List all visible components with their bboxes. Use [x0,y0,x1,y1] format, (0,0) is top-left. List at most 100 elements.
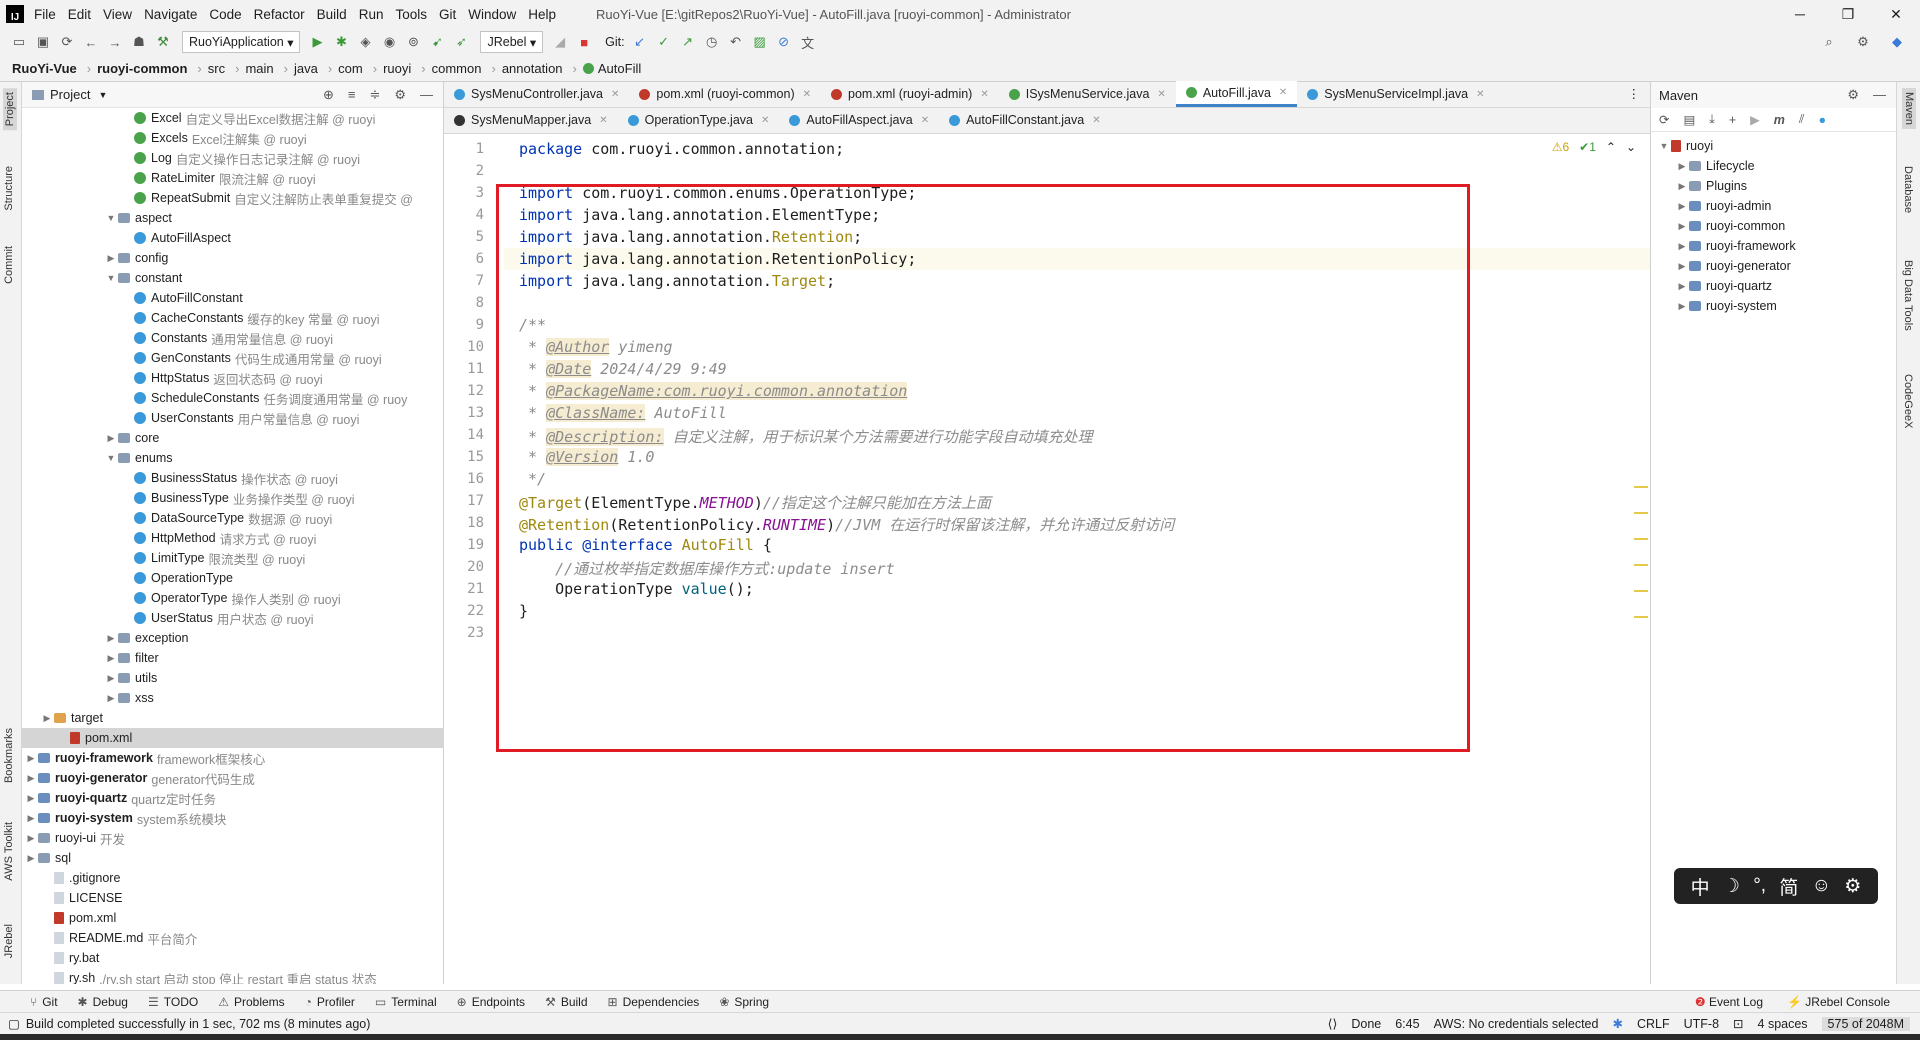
run-config-select[interactable]: RuoYiApplication ▾ [182,31,301,53]
ime-simplified-mode[interactable]: 简 [1779,873,1798,900]
git-push-icon[interactable]: ↗ [677,31,699,53]
project-panel-title[interactable]: Project [50,87,90,102]
close-tab-icon[interactable]: ✕ [599,115,607,126]
maven-hide-icon[interactable]: — [1873,87,1886,103]
menu-code[interactable]: Code [209,7,241,22]
back-icon[interactable]: ← [80,31,102,53]
settings-gear-icon[interactable]: ⚙ [1852,31,1874,53]
tree-item[interactable]: AutoFillConstant [22,288,444,308]
commit-tool-button[interactable]: Commit [3,246,15,284]
tree-item[interactable]: HttpMethod 请求方式 @ ruoyi [22,528,444,548]
tree-item[interactable]: UserConstants 用户常量信息 @ ruoyi [22,408,444,428]
chevron-right-icon[interactable]: ▶ [40,713,54,724]
tree-item[interactable]: ▶ ruoyi-ui 开发 [22,828,444,848]
chevron-right-icon[interactable]: ▶ [1675,181,1689,192]
chevron-down-icon[interactable]: ▼ [104,213,118,223]
tree-item[interactable]: ▶ ruoyi-generator generator代码生成 [22,768,444,788]
ide-update-icon[interactable]: ◆ [1886,31,1908,53]
tree-item[interactable]: ScheduleConstants 任务调度通用常量 @ ruoy [22,388,444,408]
close-tab-icon[interactable]: ✕ [611,89,619,100]
editor-tab[interactable]: SysMenuController.java ✕ [444,81,629,107]
tree-item[interactable]: Constants 通用常量信息 @ ruoyi [22,328,444,348]
jrebel-select[interactable]: JRebel ▾ [480,31,544,53]
bookmarks-tool-button[interactable]: Bookmarks [3,728,15,783]
stop-icon[interactable]: ■ [573,31,595,53]
menu-edit[interactable]: Edit [68,7,91,22]
tree-item[interactable]: ▶ sql [22,848,444,868]
tool-endpoints[interactable]: ⊕ Endpoints [457,995,525,1009]
cursor-position[interactable]: 6:45 [1395,1017,1419,1031]
git-commit-icon[interactable]: ✓ [653,31,675,53]
chevron-right-icon[interactable]: ▶ [104,653,118,664]
save-all-icon[interactable]: ▣ [32,31,54,53]
toggle-skip-tests-icon[interactable]: ⫽ [1799,112,1805,127]
status-message[interactable]: Build completed successfully in 1 sec, 7… [26,1017,371,1031]
maven-item[interactable]: ▶ ruoyi-generator [1651,256,1896,276]
editor-tab[interactable]: OperationType.java ✕ [618,107,780,133]
tree-item[interactable]: RateLimiter 限流注解 @ ruoyi [22,168,444,188]
status-panel-icon[interactable]: ▢ [8,1016,20,1031]
codegeex-tool-button[interactable]: CodeGeeX [1902,374,1914,428]
chevron-right-icon[interactable]: ▶ [104,433,118,444]
maven-tool-button[interactable]: Maven [1902,88,1916,130]
tree-item[interactable]: UserStatus 用户状态 @ ruoyi [22,608,444,628]
profile-icon[interactable]: ◉ [378,31,400,53]
warning-stripe[interactable] [1634,590,1648,592]
emoji-icon[interactable]: ☺ [1812,875,1831,897]
search-icon[interactable]: ⌕ [1818,31,1840,53]
chevron-right-icon[interactable]: ▶ [104,633,118,644]
structure-tool-button[interactable]: Structure [3,166,15,211]
editor-tab[interactable]: ISysMenuService.java ✕ [999,81,1176,107]
breadcrumb-item[interactable]: java [294,61,318,76]
sync-icon[interactable]: ⟳ [56,31,78,53]
breadcrumb-item[interactable]: annotation [502,61,563,76]
menu-tools[interactable]: Tools [395,7,427,22]
ime-chinese-mode[interactable]: 中 [1691,873,1710,900]
locate-icon[interactable]: ⊕ [323,87,334,103]
chevron-right-icon[interactable]: ▶ [24,853,38,864]
chevron-down-icon[interactable]: ▼ [104,453,118,463]
tree-item[interactable]: CacheConstants 缓存的key 常量 @ ruoyi [22,308,444,328]
add-icon[interactable]: + [1729,113,1736,127]
chevron-right-icon[interactable]: ▶ [1675,201,1689,212]
chevron-right-icon[interactable]: ▶ [1675,281,1689,292]
git-history-icon[interactable]: ◷ [701,31,723,53]
tree-item[interactable]: ry.sh ./ry.sh start 启动 stop 停止 restart 重启… [22,968,444,984]
jrebel-run-icon[interactable]: ➹ [426,31,448,53]
tool-terminal[interactable]: ▭ Terminal [375,995,437,1009]
code-line[interactable]: package com.ruoyi.common.annotation; [519,140,844,158]
chevron-right-icon[interactable]: ▶ [24,813,38,824]
warning-stripe[interactable] [1634,512,1648,514]
tree-item[interactable]: .gitignore [22,868,444,888]
chevron-right-icon[interactable]: ▶ [24,833,38,844]
moon-icon[interactable]: ☽ [1723,875,1740,898]
file-encoding[interactable]: UTF-8 [1684,1017,1719,1031]
tool-git[interactable]: ⑂ Git [30,995,58,1009]
git-rollback-icon[interactable]: ↶ [725,31,747,53]
chevron-right-icon[interactable]: ▶ [104,673,118,684]
offline-icon[interactable]: ● [1818,113,1826,127]
tree-item[interactable]: AutoFillAspect [22,228,444,248]
chevron-right-icon[interactable]: ▶ [1675,241,1689,252]
close-tab-icon[interactable]: ✕ [1279,87,1287,98]
power-save-icon[interactable]: ⊘ [773,31,795,53]
database-tool-button[interactable]: Database [1902,166,1914,213]
disabled-icon[interactable]: ◢ [549,31,571,53]
editor-tab[interactable]: AutoFillAspect.java ✕ [779,107,939,133]
maven-item[interactable]: ▶ ruoyi-admin [1651,196,1896,216]
editor-tab[interactable]: SysMenuServiceImpl.java ✕ [1297,81,1494,107]
editor-tab[interactable]: pom.xml (ruoyi-common) ✕ [629,81,821,107]
indent-setting[interactable]: 4 spaces [1758,1017,1808,1031]
tree-item[interactable]: BusinessType 业务操作类型 @ ruoyi [22,488,444,508]
collapse-all-icon[interactable]: ≑ [369,87,380,103]
menu-navigate[interactable]: Navigate [144,7,197,22]
chevron-down-icon[interactable]: ▼ [98,90,107,100]
tree-item[interactable]: ▶ ruoyi-system system系统模块 [22,808,444,828]
warning-stripe[interactable] [1634,538,1648,540]
close-tab-icon[interactable]: ✕ [1092,115,1100,126]
more-run-icon[interactable]: ⊚ [402,31,424,53]
tool-build[interactable]: ⚒ Build [545,995,587,1009]
tool-problems[interactable]: ⚠ Problems [218,995,284,1009]
jrebel-debug-icon[interactable]: ➶ [450,31,472,53]
panel-settings-icon[interactable]: ⚙ [394,87,406,103]
